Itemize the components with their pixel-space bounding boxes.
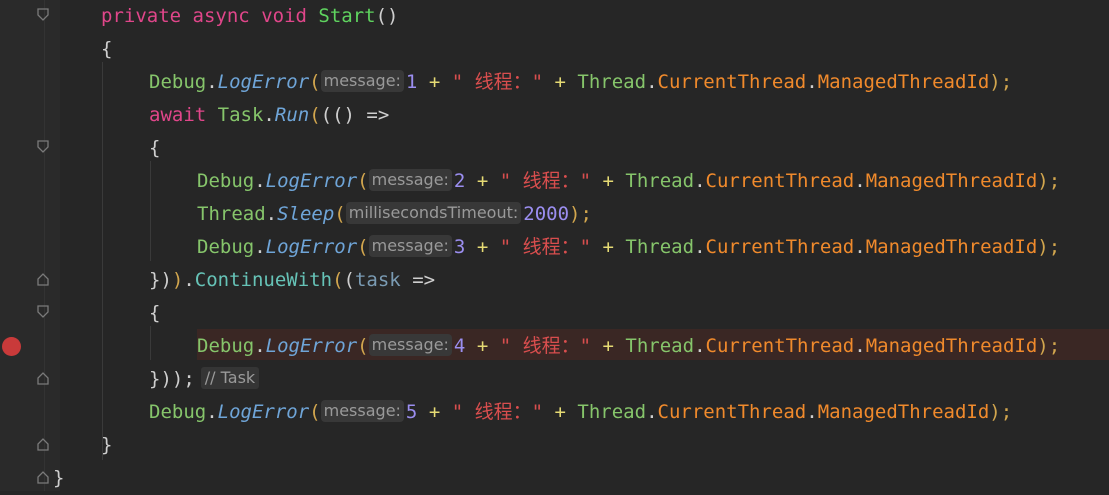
fold-open-icon[interactable]: [37, 140, 49, 154]
code-line-10[interactable]: {: [149, 297, 160, 330]
keyword: await: [149, 104, 207, 126]
lambda-parameter: task: [354, 269, 401, 291]
class-name: Thread: [625, 236, 695, 258]
statement-end: );: [989, 401, 1013, 423]
method-name: LogError: [265, 335, 358, 357]
class-name: Debug: [149, 71, 207, 93]
parameter-hint: message:: [368, 235, 452, 257]
number-literal: 5: [405, 401, 418, 423]
method-name: LogError: [217, 71, 310, 93]
parameter-hint: message:: [320, 400, 404, 422]
class-name: Thread: [625, 170, 695, 192]
lambda-arrow: =>: [412, 269, 436, 291]
closing-braces: }): [149, 269, 172, 291]
method-name: Sleep: [277, 203, 335, 225]
class-name: Debug: [149, 401, 207, 423]
method-name: LogError: [265, 170, 358, 192]
indent-guide: [102, 62, 103, 460]
fold-open-icon[interactable]: [37, 8, 49, 22]
method-name: LogError: [265, 236, 358, 258]
string-literal: " 线程：": [499, 335, 592, 357]
keyword: void: [261, 5, 307, 27]
code-line-2[interactable]: {: [101, 33, 112, 66]
code-line-15[interactable]: }: [53, 462, 64, 495]
code-line-14[interactable]: }: [101, 429, 112, 462]
number-literal: 2000: [523, 203, 570, 225]
parameter-hint: message:: [368, 169, 452, 191]
class-name: Debug: [197, 170, 255, 192]
statement-end: );: [1037, 236, 1061, 258]
code-line-6[interactable]: Debug.LogError(message: 2 + " 线程：" + Thre…: [197, 165, 1060, 198]
string-literal: " 线程：": [499, 236, 592, 258]
code-line-8[interactable]: Debug.LogError(message: 3 + " 线程：" + Thre…: [197, 231, 1060, 264]
property: CurrentThread: [657, 71, 807, 93]
inline-comment-hint: // Task: [200, 367, 260, 389]
method-name: Start: [318, 5, 376, 27]
code-line-1[interactable]: private async void Start(): [101, 0, 399, 33]
editor-gutter: [0, 0, 60, 491]
fold-close-icon[interactable]: [37, 272, 49, 286]
code-line-5[interactable]: {: [149, 132, 160, 165]
brace: }: [53, 467, 65, 489]
property: ManagedThreadId: [865, 335, 1038, 357]
code-line-3[interactable]: Debug.LogError(message: 1 + " 线程：" + Thre…: [149, 66, 1012, 99]
parameter-hint: message:: [368, 334, 452, 356]
code-line-12[interactable]: }));// Task: [149, 363, 260, 396]
brace: {: [149, 137, 161, 159]
class-name: Thread: [197, 203, 266, 225]
brace: {: [101, 38, 113, 60]
keyword: private: [101, 5, 182, 27]
code-line-9[interactable]: })).ContinueWith((task =>: [149, 264, 435, 297]
class-name: Debug: [197, 236, 255, 258]
property: ManagedThreadId: [865, 236, 1038, 258]
indent-guide: [150, 326, 151, 360]
number-literal: 2: [453, 170, 466, 192]
parameter-hint: message:: [320, 70, 404, 92]
property: CurrentThread: [705, 335, 855, 357]
gutter-separator: [44, 0, 45, 491]
class-name: Thread: [577, 71, 647, 93]
lambda-start: (() =>: [320, 104, 390, 126]
string-literal: " 线程：": [499, 170, 592, 192]
number-literal: 1: [405, 71, 418, 93]
string-literal: " 线程：": [451, 71, 544, 93]
code-line-13[interactable]: Debug.LogError(message: 5 + " 线程：" + Thre…: [149, 396, 1012, 429]
class-name: Debug: [197, 335, 255, 357]
property: ManagedThreadId: [817, 401, 990, 423]
parens: (): [375, 5, 399, 27]
code-line-11[interactable]: Debug.LogError(message: 4 + " 线程：" + Thre…: [197, 330, 1060, 363]
brace: {: [149, 302, 161, 324]
class-name: Task: [217, 104, 264, 126]
indent-guide: [150, 161, 151, 261]
fold-open-icon[interactable]: [37, 305, 49, 319]
fold-close-icon[interactable]: [37, 437, 49, 451]
breakpoint-icon[interactable]: [2, 337, 21, 356]
method-name: Run: [274, 104, 310, 126]
property: CurrentThread: [705, 170, 855, 192]
class-name: Thread: [577, 401, 647, 423]
fold-close-icon[interactable]: [37, 371, 49, 385]
statement-end: );: [989, 71, 1013, 93]
number-literal: 3: [453, 236, 466, 258]
property: CurrentThread: [657, 401, 807, 423]
string-literal: " 线程：": [451, 401, 544, 423]
property: ManagedThreadId: [817, 71, 990, 93]
number-literal: 4: [453, 335, 466, 357]
keyword: async: [192, 5, 250, 27]
parameter-hint: millisecondsTimeout:: [345, 202, 522, 224]
method-name: LogError: [217, 401, 310, 423]
code-line-4[interactable]: await Task.Run((() =>: [149, 99, 389, 132]
statement-end: );: [1037, 170, 1061, 192]
code-line-7[interactable]: Thread.Sleep(millisecondsTimeout: 2000);: [197, 198, 592, 231]
class-name: Thread: [625, 335, 695, 357]
statement-end: );: [1037, 335, 1061, 357]
property: CurrentThread: [705, 236, 855, 258]
brace: }: [101, 434, 113, 456]
method-name: ContinueWith: [194, 269, 333, 291]
statement-end: );: [569, 203, 592, 225]
fold-close-icon[interactable]: [37, 470, 49, 484]
property: ManagedThreadId: [865, 170, 1038, 192]
closing-braces: }));: [149, 368, 195, 390]
